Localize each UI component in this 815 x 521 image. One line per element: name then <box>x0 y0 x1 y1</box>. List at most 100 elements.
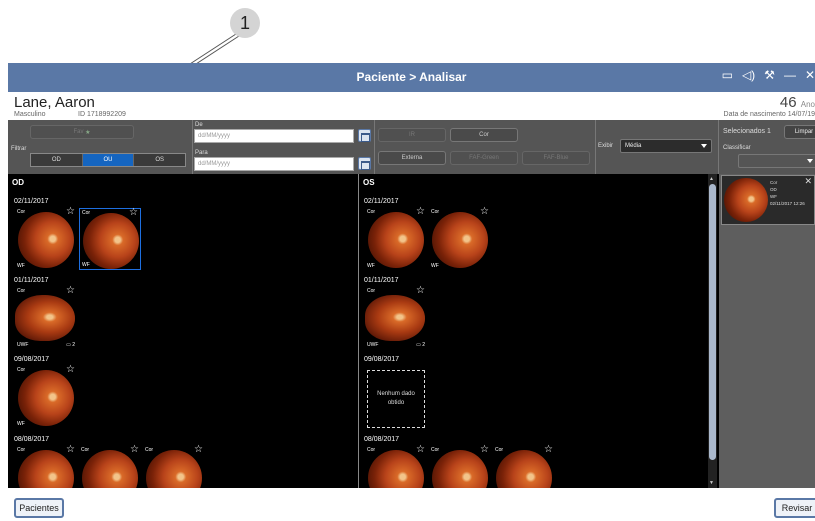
stack-count: ▭ 2 <box>66 342 75 348</box>
calendar-icon[interactable] <box>358 129 371 142</box>
fundus-thumbnail[interactable]: Cor ☆ UWF ▭ 2 <box>365 286 427 349</box>
od-title: OD <box>12 178 24 187</box>
vertical-scrollbar[interactable]: ▲ ▼ <box>708 174 717 488</box>
fundus-thumbnail[interactable]: Cor ☆ WF <box>429 207 491 270</box>
show-select-value: Média <box>625 143 642 149</box>
selected-image-item[interactable]: Cor OD WF 02/11/2017 12:26 ✕ <box>721 175 815 225</box>
favorite-filter-button[interactable]: Fav ★ <box>30 125 134 139</box>
show-select[interactable]: Média <box>620 139 712 153</box>
divider <box>595 120 596 174</box>
image-type-label: Cor <box>495 447 504 453</box>
faf-blue-button[interactable]: FAF-Blue <box>522 151 590 165</box>
callout-number: 1 <box>230 8 260 38</box>
star-icon[interactable]: ☆ <box>194 445 203 455</box>
review-button[interactable]: Revisar <box>774 498 815 518</box>
image-type-label: Cor <box>81 447 90 453</box>
selected-image-info: Cor OD WF 02/11/2017 12:26 <box>770 179 805 207</box>
star-icon[interactable]: ☆ <box>416 286 425 296</box>
scroll-up-icon[interactable]: ▲ <box>709 176 714 182</box>
close-icon[interactable]: ✕ <box>804 176 812 187</box>
star-icon[interactable]: ☆ <box>66 365 75 375</box>
date-label: 08/08/2017 <box>14 436 50 443</box>
monitor-icon[interactable]: ▭ <box>722 68 733 82</box>
title-bar: Paciente > Analisar ▭ ◁) ⚒ — ✕ <box>8 63 815 92</box>
image-type-label: Cor <box>431 209 440 215</box>
star-icon[interactable]: ☆ <box>129 208 138 218</box>
scrollbar-thumb[interactable] <box>709 184 716 460</box>
close-icon[interactable]: ✕ <box>805 68 815 82</box>
date-label: 01/11/2017 <box>364 277 399 284</box>
star-icon[interactable]: ☆ <box>416 445 425 455</box>
favorite-filter-label: Fav <box>73 129 84 135</box>
from-label: De <box>195 122 203 128</box>
clear-button[interactable]: Limpar <box>784 125 815 139</box>
star-icon[interactable]: ☆ <box>480 445 489 455</box>
star-icon[interactable]: ☆ <box>480 207 489 217</box>
selected-image-datetime: 02/11/2017 12:26 <box>770 201 805 206</box>
star-icon[interactable]: ☆ <box>66 445 75 455</box>
date-label: 02/11/2017 <box>14 198 49 205</box>
speaker-icon[interactable]: ◁) <box>742 68 755 82</box>
fundus-thumbnail[interactable]: Cor ☆ UWF ▭ 2 <box>15 286 77 349</box>
image-mode-label: WF <box>82 262 90 268</box>
wrench-icon[interactable]: ⚒ <box>764 68 775 82</box>
os-title: OS <box>363 178 375 187</box>
patient-header: Lane, Aaron Masculino ID 1718992209 46 A… <box>8 92 815 120</box>
fundus-image <box>365 295 425 341</box>
fundus-thumbnail[interactable]: Cor ☆ WF <box>15 207 77 270</box>
image-type-label: Cor <box>367 209 376 215</box>
image-type-label: Cor <box>17 447 26 453</box>
date-label: 02/11/2017 <box>364 198 399 205</box>
stack-count: ▭ 2 <box>416 342 425 348</box>
star-icon[interactable]: ☆ <box>130 445 139 455</box>
image-type-label: Cor <box>367 288 376 294</box>
segment-os[interactable]: OS <box>134 154 186 166</box>
fundus-image <box>368 212 424 268</box>
externa-button[interactable]: Externa <box>378 151 446 165</box>
from-date-input[interactable]: dd/MM/yyyy <box>194 129 354 143</box>
image-mode-label: WF <box>431 263 439 269</box>
fundus-image <box>15 295 75 341</box>
image-type-label: Cor <box>17 288 26 294</box>
stack-count-value: 2 <box>72 342 75 348</box>
to-date-input[interactable]: dd/MM/yyyy <box>194 157 354 171</box>
patient-sex: Masculino <box>14 111 46 118</box>
star-icon[interactable]: ☆ <box>66 286 75 296</box>
fundus-image <box>724 178 768 222</box>
date-label: 08/08/2017 <box>364 436 400 443</box>
image-type-label: Cor <box>17 367 26 373</box>
fundus-image <box>83 213 139 269</box>
fundus-thumbnail[interactable]: Cor ☆ WF <box>15 365 77 428</box>
scroll-down-icon[interactable]: ▼ <box>709 480 714 486</box>
star-icon: ★ <box>85 129 91 136</box>
calendar-icon[interactable] <box>358 157 371 170</box>
selected-label: Selecionados 1 <box>723 128 771 135</box>
patient-age-value: 46 <box>779 94 797 111</box>
star-icon[interactable]: ☆ <box>66 207 75 217</box>
fundus-thumbnail-selected[interactable]: Cor ☆ WF <box>79 208 141 270</box>
star-icon[interactable]: ☆ <box>416 207 425 217</box>
image-mode-label: WF <box>17 421 25 427</box>
window-title: Paciente > Analisar <box>356 70 467 84</box>
image-mode-label: WF <box>367 263 375 269</box>
ir-button[interactable]: IR <box>378 128 446 142</box>
segment-od[interactable]: OD <box>31 154 83 166</box>
od-panel: OD 02/11/2017 Cor ☆ WF Cor ☆ WF 01/11/20… <box>8 174 358 506</box>
patients-button[interactable]: Pacientes <box>14 498 64 518</box>
fundus-thumbnail[interactable]: Cor ☆ WF <box>365 207 427 270</box>
divider <box>718 120 719 174</box>
image-type-label: Cor <box>367 447 376 453</box>
fundus-image <box>432 212 488 268</box>
image-type-label: Cor <box>17 209 26 215</box>
faf-green-button[interactable]: FAF-Green <box>450 151 518 165</box>
cor-button[interactable]: Cor <box>450 128 518 142</box>
star-icon[interactable]: ☆ <box>544 445 553 455</box>
date-label: 01/11/2017 <box>14 277 49 284</box>
stack-count-value: 2 <box>422 342 425 348</box>
sort-select[interactable] <box>738 154 815 168</box>
image-browser: OD 02/11/2017 Cor ☆ WF Cor ☆ WF 01/11/20… <box>8 174 719 506</box>
minimize-icon[interactable]: — <box>784 68 796 82</box>
segment-ou[interactable]: OU <box>82 154 135 166</box>
image-type-label: Cor <box>145 447 154 453</box>
filter-bar: Filtrar Fav ★ OD OU OS De dd/MM/yyyy Par… <box>8 120 815 174</box>
